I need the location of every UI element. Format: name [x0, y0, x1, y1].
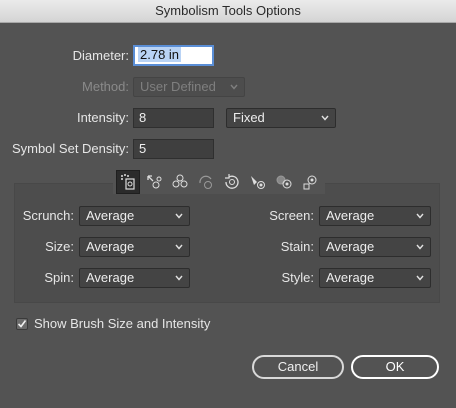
- chevron-down-icon: [416, 243, 424, 251]
- cancel-button[interactable]: Cancel: [252, 355, 344, 379]
- screen-select[interactable]: Average: [319, 206, 431, 226]
- diameter-value: 2.78 in: [138, 47, 182, 62]
- style-value: Average: [326, 270, 375, 285]
- diameter-input[interactable]: 2.78 in: [133, 45, 214, 66]
- size-value: Average: [86, 239, 135, 254]
- size-label: Size:: [45, 239, 74, 254]
- sizer-tool-icon[interactable]: [194, 170, 218, 194]
- scruncher-tool-icon[interactable]: [168, 170, 192, 194]
- chevron-down-icon: [175, 243, 183, 251]
- spin-select[interactable]: Average: [79, 268, 190, 288]
- screen-value: Average: [326, 208, 375, 223]
- window-title: Symbolism Tools Options: [0, 0, 456, 23]
- method-value: User Defined: [140, 79, 216, 94]
- spin-value: Average: [86, 270, 135, 285]
- ok-button[interactable]: OK: [351, 355, 439, 379]
- chevron-down-icon: [416, 212, 424, 220]
- intensity-mode-select[interactable]: Fixed: [226, 108, 336, 128]
- stainer-tool-icon[interactable]: [246, 170, 270, 194]
- diameter-label: Diameter:: [72, 48, 129, 63]
- stain-select[interactable]: Average: [319, 237, 431, 257]
- screener-tool-icon[interactable]: [272, 170, 296, 194]
- method-select: User Defined: [133, 77, 245, 97]
- chevron-down-icon: [230, 83, 238, 91]
- scrunch-select[interactable]: Average: [79, 206, 190, 226]
- spinner-tool-icon[interactable]: [220, 170, 244, 194]
- intensity-input[interactable]: 8: [133, 108, 214, 128]
- show-brush-checkbox[interactable]: [16, 318, 28, 330]
- screen-label: Screen:: [269, 208, 314, 223]
- chevron-down-icon: [416, 274, 424, 282]
- styler-tool-icon[interactable]: [298, 170, 322, 194]
- stain-value: Average: [326, 239, 375, 254]
- style-label: Style:: [281, 270, 314, 285]
- style-select[interactable]: Average: [319, 268, 431, 288]
- sprayer-tool-icon[interactable]: [116, 170, 140, 194]
- shifter-tool-icon[interactable]: [142, 170, 166, 194]
- tool-selector: [113, 170, 325, 194]
- stain-label: Stain:: [280, 239, 314, 254]
- chevron-down-icon: [175, 274, 183, 282]
- intensity-label: Intensity:: [76, 110, 129, 125]
- intensity-mode-value: Fixed: [233, 110, 265, 125]
- density-input[interactable]: 5: [133, 139, 214, 159]
- show-brush-label: Show Brush Size and Intensity: [34, 316, 211, 331]
- chevron-down-icon: [175, 212, 183, 220]
- checkmark-icon: [17, 320, 27, 328]
- method-label: Method:: [82, 79, 129, 94]
- size-select[interactable]: Average: [79, 237, 190, 257]
- scrunch-label: Scrunch:: [22, 208, 74, 223]
- density-label: Symbol Set Density:: [11, 141, 129, 156]
- scrunch-value: Average: [86, 208, 135, 223]
- chevron-down-icon: [321, 114, 329, 122]
- spin-label: Spin:: [44, 270, 74, 285]
